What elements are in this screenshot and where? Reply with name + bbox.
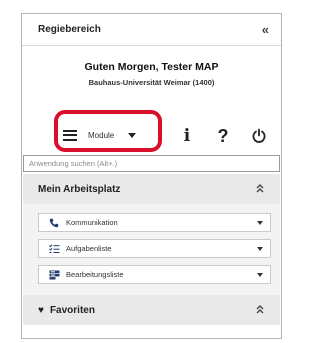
phone-icon [48, 217, 60, 229]
bearbeitungsliste-dropdown[interactable]: Bearbeitungsliste [38, 265, 271, 284]
organization-text: Bauhaus-Universität Weimar (1400) [88, 78, 215, 87]
regiebereich-panel: Regiebereich « Guten Morgen, Tester MAP … [21, 13, 282, 339]
section-favoriten[interactable]: ♥ Favoriten [23, 295, 280, 325]
aufgabenliste-dropdown[interactable]: Aufgabenliste [38, 239, 271, 258]
greeting: Guten Morgen, Tester MAP Bauhaus-Univers… [22, 46, 281, 87]
module-menu-label: Module [88, 130, 115, 140]
kommunikation-dropdown[interactable]: Kommunikation [38, 213, 271, 232]
favoriten-label: Favoriten [49, 304, 95, 316]
task-list-icon [48, 243, 60, 255]
aufgabenliste-label: Aufgabenliste [66, 244, 112, 253]
chevrons-up-icon[interactable] [256, 183, 264, 195]
module-menu-button[interactable]: Module [40, 121, 162, 149]
help-icon: ? [217, 125, 229, 146]
caret-down-icon [128, 132, 137, 138]
panel-title: Regiebereich [38, 24, 101, 35]
panel-header: Regiebereich « [22, 14, 281, 46]
heart-icon: ♥ [38, 304, 44, 316]
greeting-text: Guten Morgen, Tester MAP [84, 61, 219, 73]
section-title: Mein Arbeitsplatz [38, 183, 121, 195]
kommunikation-label: Kommunikation [66, 218, 118, 227]
logout-button[interactable] [246, 123, 272, 149]
section-mein-arbeitsplatz[interactable]: Mein Arbeitsplatz [23, 174, 280, 204]
application-search-input[interactable] [23, 155, 280, 172]
toolbar: Module i ? [22, 117, 281, 153]
caret-down-icon [257, 246, 263, 251]
section-title: ♥ Favoriten [38, 305, 95, 316]
caret-down-icon [257, 272, 263, 277]
bearbeitungsliste-label: Bearbeitungsliste [66, 270, 124, 279]
arbeitsplatz-content: Kommunikation Aufgabenliste Bearbeitungs… [23, 204, 280, 295]
edit-list-icon [48, 269, 60, 281]
help-button[interactable]: ? [210, 123, 236, 149]
hamburger-icon [63, 127, 77, 143]
chevrons-up-icon[interactable] [256, 304, 264, 316]
info-icon: i [183, 126, 191, 146]
caret-down-icon [257, 220, 263, 225]
power-icon [252, 128, 266, 143]
info-button[interactable]: i [174, 123, 200, 149]
collapse-panel-button[interactable]: « [262, 22, 269, 37]
